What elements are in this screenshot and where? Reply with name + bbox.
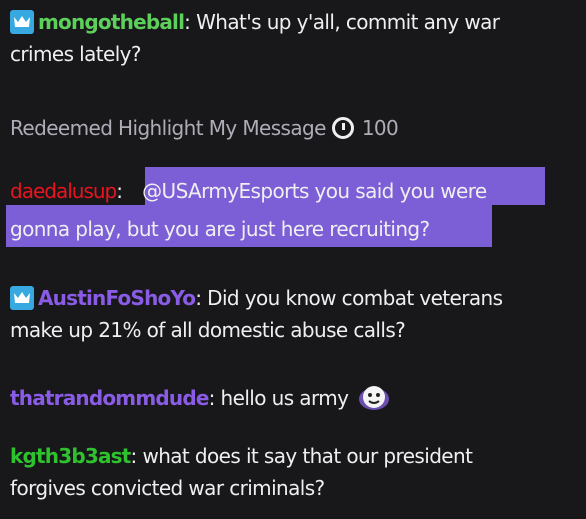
channel-points-icon xyxy=(331,117,354,139)
message-text: hello us army xyxy=(220,386,349,410)
message-text: what does it say that our president xyxy=(142,444,473,468)
username[interactable]: thatrandommdude xyxy=(10,386,209,410)
chat-message-highlighted: daedalusup: @USArmyEsports you said you … xyxy=(10,179,487,241)
message-text: gonna play, but you are just here recrui… xyxy=(10,217,430,241)
chat-panel: mongotheball: What's up y'all, commit an… xyxy=(0,0,586,519)
username[interactable]: mongotheball xyxy=(38,10,185,34)
redemption-notice: Redeemed Highlight My Message 100 xyxy=(10,112,399,144)
chat-message: thatrandommdude: hello us army xyxy=(10,382,566,414)
points-value: 100 xyxy=(361,116,399,140)
message-text: What's up y'all, commit any war xyxy=(196,10,500,34)
chat-message: kgth3b3ast: what does it say that our pr… xyxy=(10,444,473,500)
ghost-face-emote[interactable] xyxy=(358,383,390,413)
message-text: forgives convicted war criminals? xyxy=(10,476,325,500)
message-text: crimes lately? xyxy=(10,42,142,66)
crown-icon[interactable] xyxy=(10,286,34,310)
chat-message: AustinFoShoYo: Did you know combat veter… xyxy=(10,286,503,342)
crown-icon[interactable] xyxy=(10,10,34,34)
username[interactable]: kgth3b3ast xyxy=(10,444,131,468)
message-text: @USArmyEsports you said you were xyxy=(142,179,487,203)
username[interactable]: AustinFoShoYo xyxy=(38,286,196,310)
redemption-text: Redeemed Highlight My Message xyxy=(10,116,326,140)
username[interactable]: daedalusup xyxy=(10,179,117,203)
chat-message: mongotheball: What's up y'all, commit an… xyxy=(10,10,500,66)
message-text: Did you know combat veterans xyxy=(207,286,503,310)
message-text: make up 21% of all domestic abuse calls? xyxy=(10,318,406,342)
